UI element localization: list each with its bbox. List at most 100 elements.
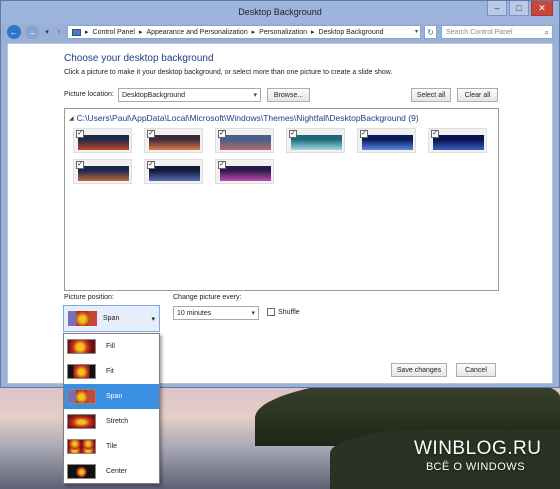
wallpaper-thumbnail[interactable]: ✓	[144, 128, 203, 153]
browse-button[interactable]: Browse...	[267, 88, 310, 102]
select-all-button[interactable]: Select all	[411, 88, 451, 102]
folder-group-header[interactable]: ◢ C:\Users\Paul\AppData\Local\Microsoft\…	[69, 113, 419, 123]
thumbnail-checkbox[interactable]: ✓	[431, 130, 439, 138]
breadcrumb-desktop-background[interactable]: Desktop Background	[319, 29, 384, 36]
position-option-label: Fit	[106, 368, 114, 375]
recent-pages-button[interactable]: ▾	[43, 28, 51, 36]
page-description: Click a picture to make it your desktop …	[64, 69, 393, 76]
breadcrumb-separator: ▸	[311, 29, 315, 36]
position-option-label: Stretch	[106, 418, 129, 425]
picture-gallery[interactable]: ◢ C:\Users\Paul\AppData\Local\Microsoft\…	[64, 108, 499, 291]
collapse-icon: ◢	[69, 115, 74, 122]
picture-location-label: Picture location:	[64, 91, 114, 98]
change-interval-value: 10 minutes	[177, 309, 212, 317]
tile-preview-icon	[67, 439, 96, 454]
position-option-center[interactable]: Center	[64, 459, 159, 484]
picture-position-dropdown: Fill Fit Span Stretch Tile Center	[63, 333, 160, 484]
address-dropdown-button[interactable]: ▾	[415, 28, 418, 35]
breadcrumb-separator: ▸	[85, 29, 89, 36]
span-preview-icon	[67, 389, 96, 404]
forward-button[interactable]: →	[25, 25, 39, 39]
window-controls: – □ ✕	[487, 1, 553, 16]
stretch-preview-icon	[67, 414, 96, 429]
thumbnail-image	[220, 135, 271, 150]
picture-location-value: DesktopBackground	[122, 91, 186, 99]
breadcrumb-personalization[interactable]: Personalization	[259, 29, 307, 36]
navigation-bar: ← → ▾ ↑ ▸ Control Panel ▸ Appearance and…	[7, 23, 553, 41]
picture-position-select[interactable]: Span ▾	[63, 305, 160, 332]
chevron-down-icon: ▾	[151, 316, 155, 323]
wallpaper-thumbnail[interactable]: ✓	[73, 159, 132, 184]
chevron-down-icon: ▾	[251, 310, 255, 317]
wallpaper-thumbnail[interactable]: ✓	[357, 128, 416, 153]
chevron-down-icon: ▾	[253, 92, 257, 99]
search-icon: ⌕	[544, 28, 549, 37]
thumbnail-checkbox[interactable]: ✓	[76, 130, 84, 138]
change-picture-label: Change picture every:	[173, 294, 242, 301]
thumbnail-image	[149, 166, 200, 181]
watermark-tagline: ВСЁ О WINDOWS	[426, 461, 526, 473]
save-changes-button[interactable]: Save changes	[391, 363, 447, 377]
wallpaper-thumbnail[interactable]: ✓	[286, 128, 345, 153]
position-option-fill[interactable]: Fill	[64, 334, 159, 359]
control-panel-icon	[72, 28, 81, 36]
fit-preview-icon	[67, 364, 96, 379]
thumbnail-checkbox[interactable]: ✓	[289, 130, 297, 138]
position-option-fit[interactable]: Fit	[64, 359, 159, 384]
wallpaper-thumbnail[interactable]: ✓	[144, 159, 203, 184]
breadcrumb-appearance[interactable]: Appearance and Personalization	[146, 29, 247, 36]
folder-path: C:\Users\Paul\AppData\Local\Microsoft\Wi…	[76, 113, 419, 123]
up-button[interactable]: ↑	[55, 29, 63, 36]
minimize-button[interactable]: –	[487, 1, 507, 16]
thumbnail-image	[362, 135, 413, 150]
thumbnail-checkbox[interactable]: ✓	[76, 161, 84, 169]
maximize-button[interactable]: □	[509, 1, 529, 16]
fill-preview-icon	[67, 339, 96, 354]
refresh-button[interactable]: ↻	[424, 25, 437, 39]
clear-all-button[interactable]: Clear all	[457, 88, 498, 102]
thumbnail-image	[78, 135, 129, 150]
position-option-label: Fill	[106, 343, 115, 350]
close-button[interactable]: ✕	[531, 1, 553, 16]
position-option-label: Tile	[106, 443, 118, 450]
back-button[interactable]: ←	[7, 25, 21, 39]
breadcrumb-separator: ▸	[138, 29, 143, 36]
wallpaper-thumbnail[interactable]: ✓	[73, 128, 132, 153]
breadcrumb-separator: ▸	[251, 29, 256, 36]
picture-position-label: Picture position:	[64, 294, 114, 301]
shuffle-label: Shuffle	[278, 308, 300, 316]
wallpaper-thumbnail[interactable]: ✓	[215, 128, 274, 153]
address-bar[interactable]: ▸ Control Panel ▸ Appearance and Persona…	[67, 25, 421, 39]
picture-location-select[interactable]: DesktopBackground ▾	[118, 88, 261, 102]
position-option-tile[interactable]: Tile	[64, 434, 159, 459]
thumbnail-image	[149, 135, 200, 150]
watermark-site: WINBLOG.RU	[414, 438, 542, 459]
position-option-label: Center	[106, 468, 128, 475]
span-preview-icon	[68, 311, 97, 326]
cancel-button[interactable]: Cancel	[456, 363, 496, 377]
position-option-label: Span	[106, 393, 123, 400]
change-interval-select[interactable]: 10 minutes ▾	[173, 306, 259, 320]
thumbnail-image	[220, 166, 271, 181]
thumbnail-checkbox[interactable]: ✓	[218, 161, 226, 169]
center-preview-icon	[67, 464, 96, 479]
wallpaper-thumbnail[interactable]: ✓	[215, 159, 274, 184]
thumbnail-checkbox[interactable]: ✓	[360, 130, 368, 138]
thumbnail-image	[78, 166, 129, 181]
page-title: Choose your desktop background	[64, 53, 214, 64]
window-title: Desktop Background	[238, 7, 322, 17]
breadcrumb-control-panel[interactable]: Control Panel	[93, 29, 135, 36]
shuffle-checkbox[interactable]	[267, 308, 275, 316]
thumbnail-image	[291, 135, 342, 150]
thumbnail-checkbox[interactable]: ✓	[218, 130, 226, 138]
position-option-stretch[interactable]: Stretch	[64, 409, 159, 434]
search-input[interactable]: Search Control Panel ⌕	[441, 25, 553, 39]
thumbnail-image	[433, 135, 484, 150]
shuffle-option[interactable]: Shuffle	[267, 308, 300, 316]
picture-position-value: Span	[103, 315, 120, 322]
thumbnail-checkbox[interactable]: ✓	[147, 130, 155, 138]
wallpaper-thumbnail[interactable]: ✓	[428, 128, 487, 153]
thumbnail-checkbox[interactable]: ✓	[147, 161, 155, 169]
position-option-span[interactable]: Span	[64, 384, 159, 409]
search-placeholder: Search Control Panel	[446, 28, 513, 36]
